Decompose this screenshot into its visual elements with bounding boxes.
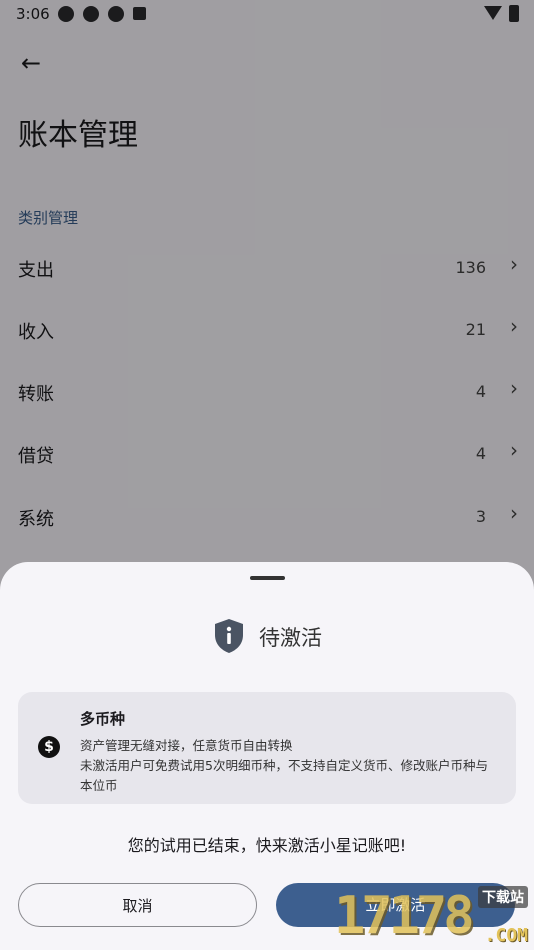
feature-title: 多币种 (80, 710, 126, 728)
shield-info-icon (215, 619, 243, 653)
trial-ended-message: 您的试用已结束，快来激活小星记账吧! (127, 836, 407, 855)
feature-desc-line: 未激活用户可免费试用5次明细币种，不支持自定义货币、修改账户币种与本位币 (80, 758, 488, 793)
feature-card: $ 多币种 资产管理无缝对接，任意货币自由转换 未激活用户可免费试用5次明细币种… (18, 692, 516, 804)
feature-desc-line: 资产管理无缝对接，任意货币自由转换 (80, 738, 293, 753)
drag-handle[interactable] (250, 576, 285, 580)
cancel-button[interactable]: 取消 (18, 883, 257, 927)
feature-description: 资产管理无缝对接，任意货币自由转换 未激活用户可免费试用5次明细币种，不支持自定… (80, 736, 500, 796)
sheet-title: 待激活 (259, 626, 322, 650)
dollar-icon: $ (38, 736, 60, 758)
activate-button[interactable]: 立即激活 (276, 883, 515, 927)
activation-bottom-sheet: 待激活 $ 多币种 资产管理无缝对接，任意货币自由转换 未激活用户可免费试用5次… (0, 562, 534, 950)
